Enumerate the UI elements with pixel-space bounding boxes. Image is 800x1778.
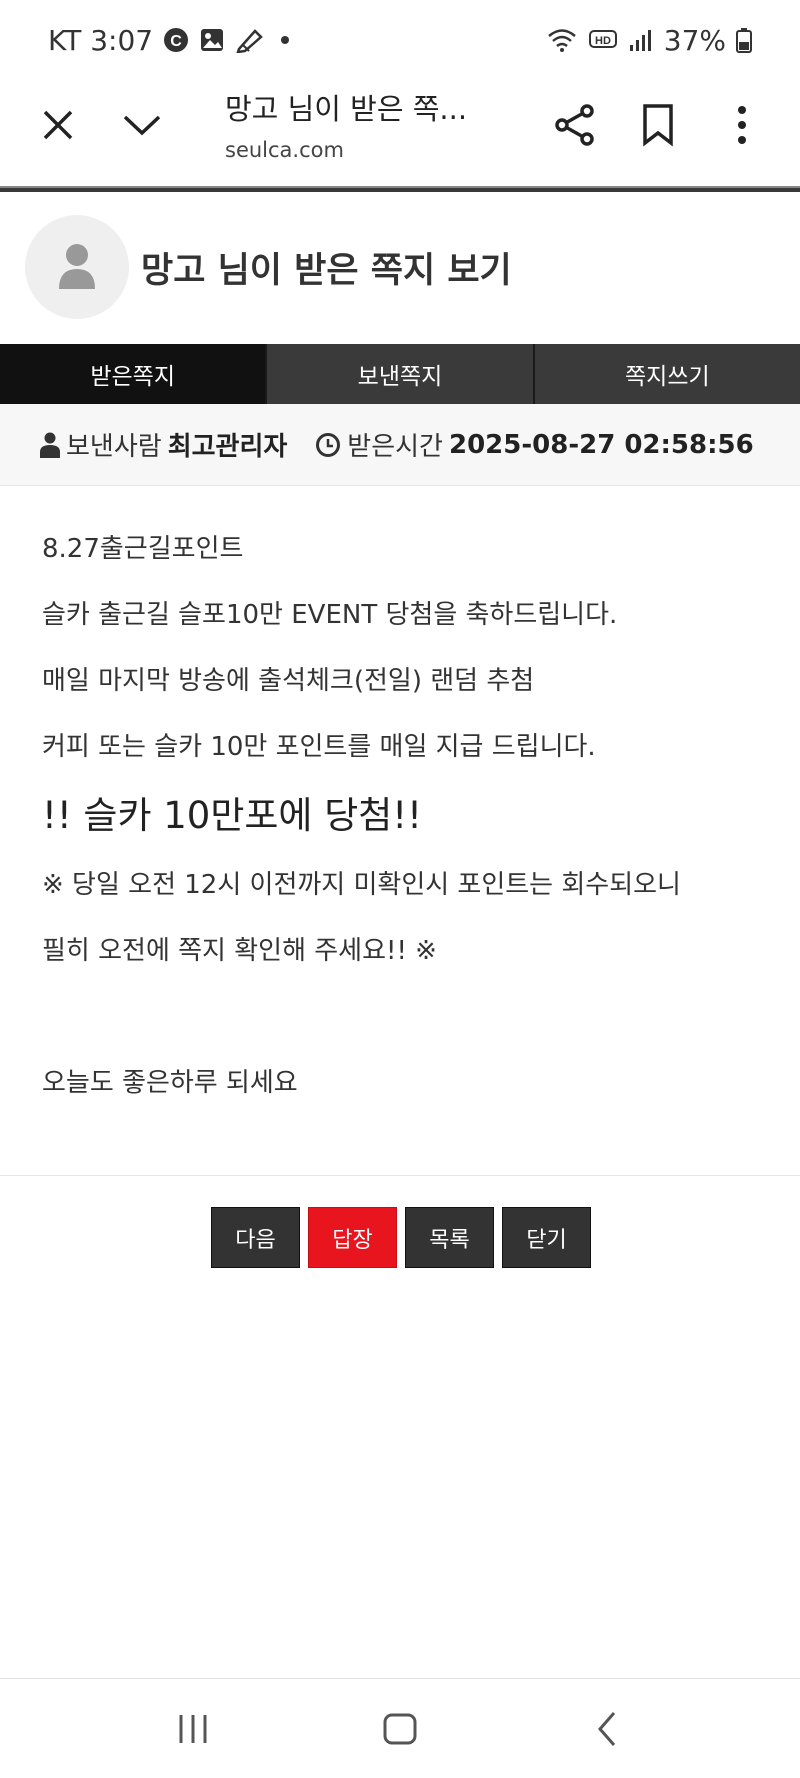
signal-icon [628,27,654,53]
message-body: 8.27출근길포인트 슬카 출근길 슬포10만 EVENT 당첨을 축하드립니다… [42,516,772,1116]
share-button[interactable] [545,95,605,155]
svg-text:HD: HD [595,35,611,47]
pen-icon [235,27,265,53]
c-badge-icon: C [163,27,189,53]
avatar [25,215,129,319]
bookmark-icon [643,104,673,147]
toolbar-title: 망고 님이 받은 쪽... [225,92,468,126]
sender-info: 보낸사람 최고관리자 [40,426,287,463]
wifi-icon [546,27,578,53]
status-right: HD 37% [546,24,752,57]
tab-received[interactable]: 받은쪽지 [0,344,268,404]
battery-icon [736,27,752,53]
share-icon [555,104,594,146]
close-icon [43,110,73,140]
back-button[interactable] [577,1699,637,1759]
list-button[interactable]: 목록 [405,1207,494,1268]
more-button[interactable] [712,95,772,155]
system-nav-bar [0,1678,800,1778]
hd-icon: HD [588,27,618,53]
recent-apps-button[interactable] [163,1699,223,1759]
tab-sent[interactable]: 보낸쪽지 [267,344,535,404]
message-highlight: !! 슬카 10만포에 당첨!! [42,794,422,837]
image-icon [199,27,225,53]
browser-toolbar: 망고 님이 받은 쪽... seulca.com [0,80,800,186]
more-vert-icon [738,106,746,144]
recent-apps-icon [179,1714,207,1743]
sender-value: 최고관리자 [167,432,288,462]
sender-label: 보낸사람 [66,432,162,462]
user-icon [40,432,60,458]
close-button[interactable] [28,95,88,155]
collapse-button[interactable] [112,95,172,155]
home-icon [383,1713,417,1744]
bookmark-button[interactable] [628,95,688,155]
carrier-time: KT 3:07 [48,23,154,57]
time-value: 2025-08-27 02:58:56 [448,429,754,460]
svg-text:C: C [170,33,182,50]
message-line: 매일 마지막 방송에 출석체크(전일) 랜덤 추첨 [42,666,535,696]
close-message-button[interactable]: 닫기 [502,1207,591,1268]
clock-icon [316,432,341,457]
user-icon [59,244,95,289]
reply-button[interactable]: 답장 [308,1207,397,1268]
message-line: 8.27출근길포인트 [42,534,244,564]
content-divider [0,1175,800,1176]
page-title-area[interactable]: 망고 님이 받은 쪽... seulca.com [225,86,485,162]
status-bar: KT 3:07 C HD 37% [0,0,800,80]
message-line: 오늘도 좋은하루 되세요 [42,1068,298,1098]
toolbar-url: seulca.com [225,138,344,162]
message-actions: 다음 답장 목록 닫기 [211,1207,591,1268]
tab-compose[interactable]: 쪽지쓰기 [534,344,800,404]
page-title: 망고 님이 받은 쪽지 보기 [141,250,512,291]
message-line: ※ 당일 오전 12시 이전까지 미확인시 포인트는 회수되오니 [42,870,681,900]
page-header: 망고 님이 받은 쪽지 보기 [0,192,800,342]
next-button[interactable]: 다음 [211,1207,300,1268]
battery-percent: 37% [663,23,726,57]
chevron-down-icon [123,115,161,136]
back-icon [597,1711,615,1746]
received-time-info: 받은시간 2025-08-27 02:58:56 [315,426,754,463]
message-line: 커피 또는 슬카 10만 포인트를 매일 지급 드립니다. [42,732,596,762]
home-button[interactable] [370,1699,430,1759]
message-line: 슬카 출근길 슬포10만 EVENT 당첨을 축하드립니다. [42,600,618,630]
message-line: 필히 오전에 쪽지 확인해 주세요!! ※ [42,936,437,966]
message-info-bar: 보낸사람 최고관리자 받은시간 2025-08-27 02:58:56 [0,404,800,486]
message-tabs: 받은쪽지 보낸쪽지 쪽지쓰기 [0,344,800,404]
status-left: KT 3:07 C [48,24,295,57]
dot-icon [275,27,295,53]
time-label: 받은시간 [347,432,443,462]
